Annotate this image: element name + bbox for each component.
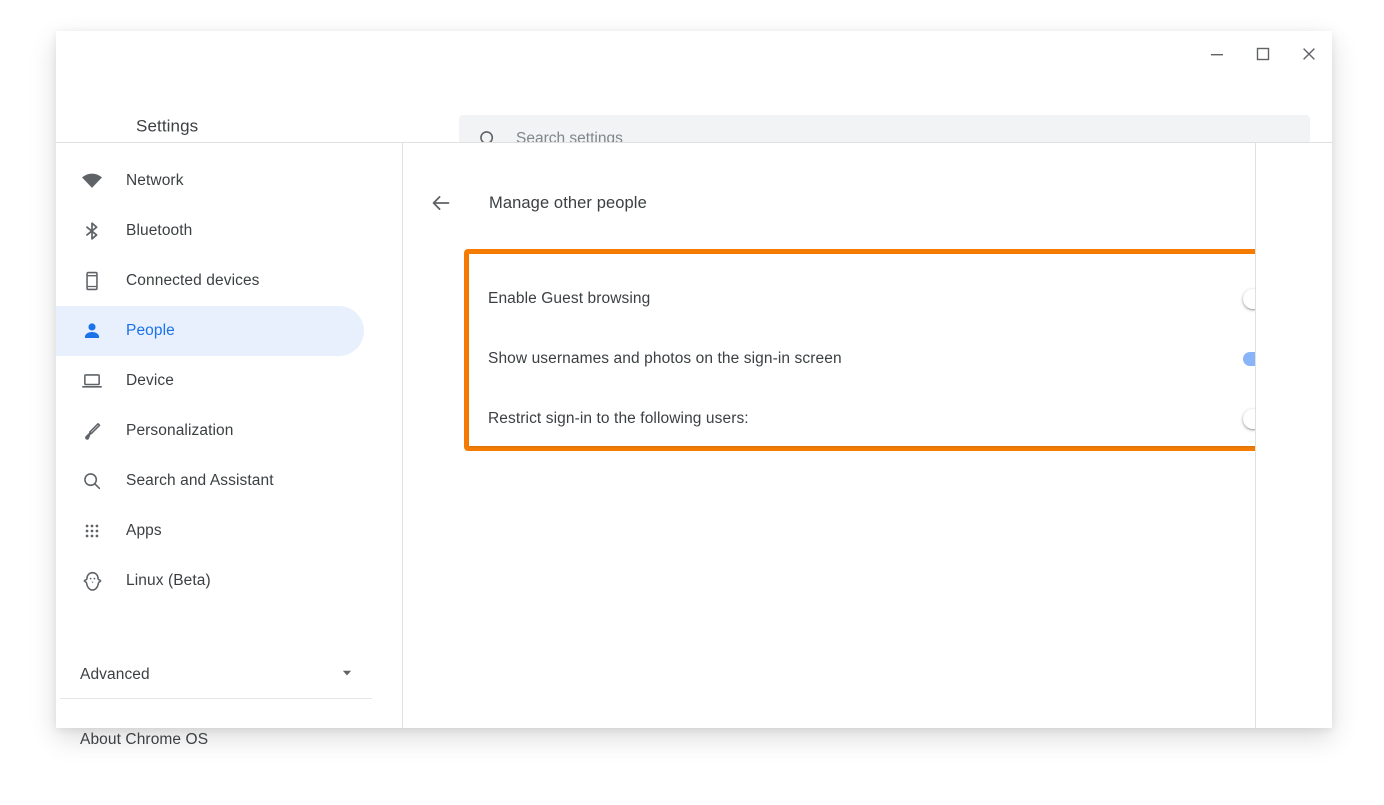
sidebar-nav: Network Bluetooth Connected devices Peop… — [56, 156, 402, 606]
content-header: Manage other people — [403, 191, 647, 215]
sidebar-item-people[interactable]: People — [56, 306, 364, 356]
sidebar-item-label: Connected devices — [126, 272, 260, 289]
sidebar-item-label: Personalization — [126, 422, 234, 439]
sidebar-item-label: Bluetooth — [126, 222, 193, 239]
wifi-icon — [80, 169, 104, 193]
setting-label: Enable Guest browsing — [488, 290, 651, 307]
bluetooth-icon — [80, 219, 104, 243]
paintbrush-icon — [80, 419, 104, 443]
setting-row[interactable]: Show usernames and photos on the sign-in… — [469, 329, 1301, 389]
sidebar-item-label: Network — [126, 172, 184, 189]
sidebar-item-bluetooth[interactable]: Bluetooth — [56, 206, 364, 256]
chevron-down-icon — [338, 664, 356, 687]
settings-card: Enable Guest browsing Show usernames and… — [469, 254, 1301, 446]
sidebar-item-device[interactable]: Device — [56, 356, 364, 406]
minimize-button[interactable] — [1194, 31, 1240, 77]
penguin-icon — [80, 569, 104, 593]
sidebar-item-label: Search and Assistant — [126, 472, 274, 489]
sidebar-item-network[interactable]: Network — [56, 156, 364, 206]
close-icon — [1301, 46, 1317, 62]
sidebar-item-label: About Chrome OS — [80, 731, 209, 748]
close-button[interactable] — [1286, 31, 1332, 77]
laptop-icon — [80, 369, 104, 393]
setting-row[interactable]: Enable Guest browsing — [469, 269, 1301, 329]
sidebar-item-label: People — [126, 322, 175, 339]
setting-label: Show usernames and photos on the sign-in… — [488, 350, 842, 367]
sidebar-item-personalization[interactable]: Personalization — [56, 406, 364, 456]
setting-label: Restrict sign-in to the following users: — [488, 410, 749, 427]
sidebar-item-label: Linux (Beta) — [126, 572, 211, 589]
sidebar-divider — [60, 698, 372, 699]
highlight-annotation: Enable Guest browsing Show usernames and… — [464, 249, 1306, 451]
apps-grid-icon — [80, 519, 104, 543]
sidebar-item-about-chrome-os[interactable]: About Chrome OS — [56, 716, 372, 764]
person-icon — [80, 319, 104, 343]
content-area: Manage other people Enable Guest browsin… — [403, 143, 1306, 728]
magnifier-icon — [80, 469, 104, 493]
setting-row[interactable]: Restrict sign-in to the following users: — [469, 389, 1301, 446]
settings-window: Settings Search settings Network Bluetoo… — [56, 31, 1332, 748]
screen: Settings Search settings Network Bluetoo… — [0, 0, 1384, 805]
sidebar-advanced-toggle[interactable]: Advanced — [56, 651, 372, 699]
content-right-gutter — [1256, 143, 1332, 728]
sidebar: Network Bluetooth Connected devices Peop… — [56, 143, 402, 748]
maximize-icon — [1255, 46, 1271, 62]
sidebar-item-label: Device — [126, 372, 174, 389]
sidebar-item-search-and-assistant[interactable]: Search and Assistant — [56, 456, 364, 506]
title-bar: Settings — [56, 31, 1332, 162]
sidebar-item-linux-beta[interactable]: Linux (Beta) — [56, 556, 364, 606]
window-body: Network Bluetooth Connected devices Peop… — [56, 143, 1332, 748]
sidebar-item-label: Apps — [126, 522, 162, 539]
page-title: Settings — [136, 116, 199, 136]
content-title: Manage other people — [489, 193, 647, 212]
sidebar-item-connected-devices[interactable]: Connected devices — [56, 256, 364, 306]
smartphone-icon — [80, 269, 104, 293]
maximize-button[interactable] — [1240, 31, 1286, 77]
window-controls — [1194, 31, 1332, 77]
sidebar-item-apps[interactable]: Apps — [56, 506, 364, 556]
sidebar-advanced-label: Advanced — [80, 666, 150, 683]
back-arrow-icon[interactable] — [429, 191, 453, 215]
minimize-icon — [1210, 47, 1224, 61]
